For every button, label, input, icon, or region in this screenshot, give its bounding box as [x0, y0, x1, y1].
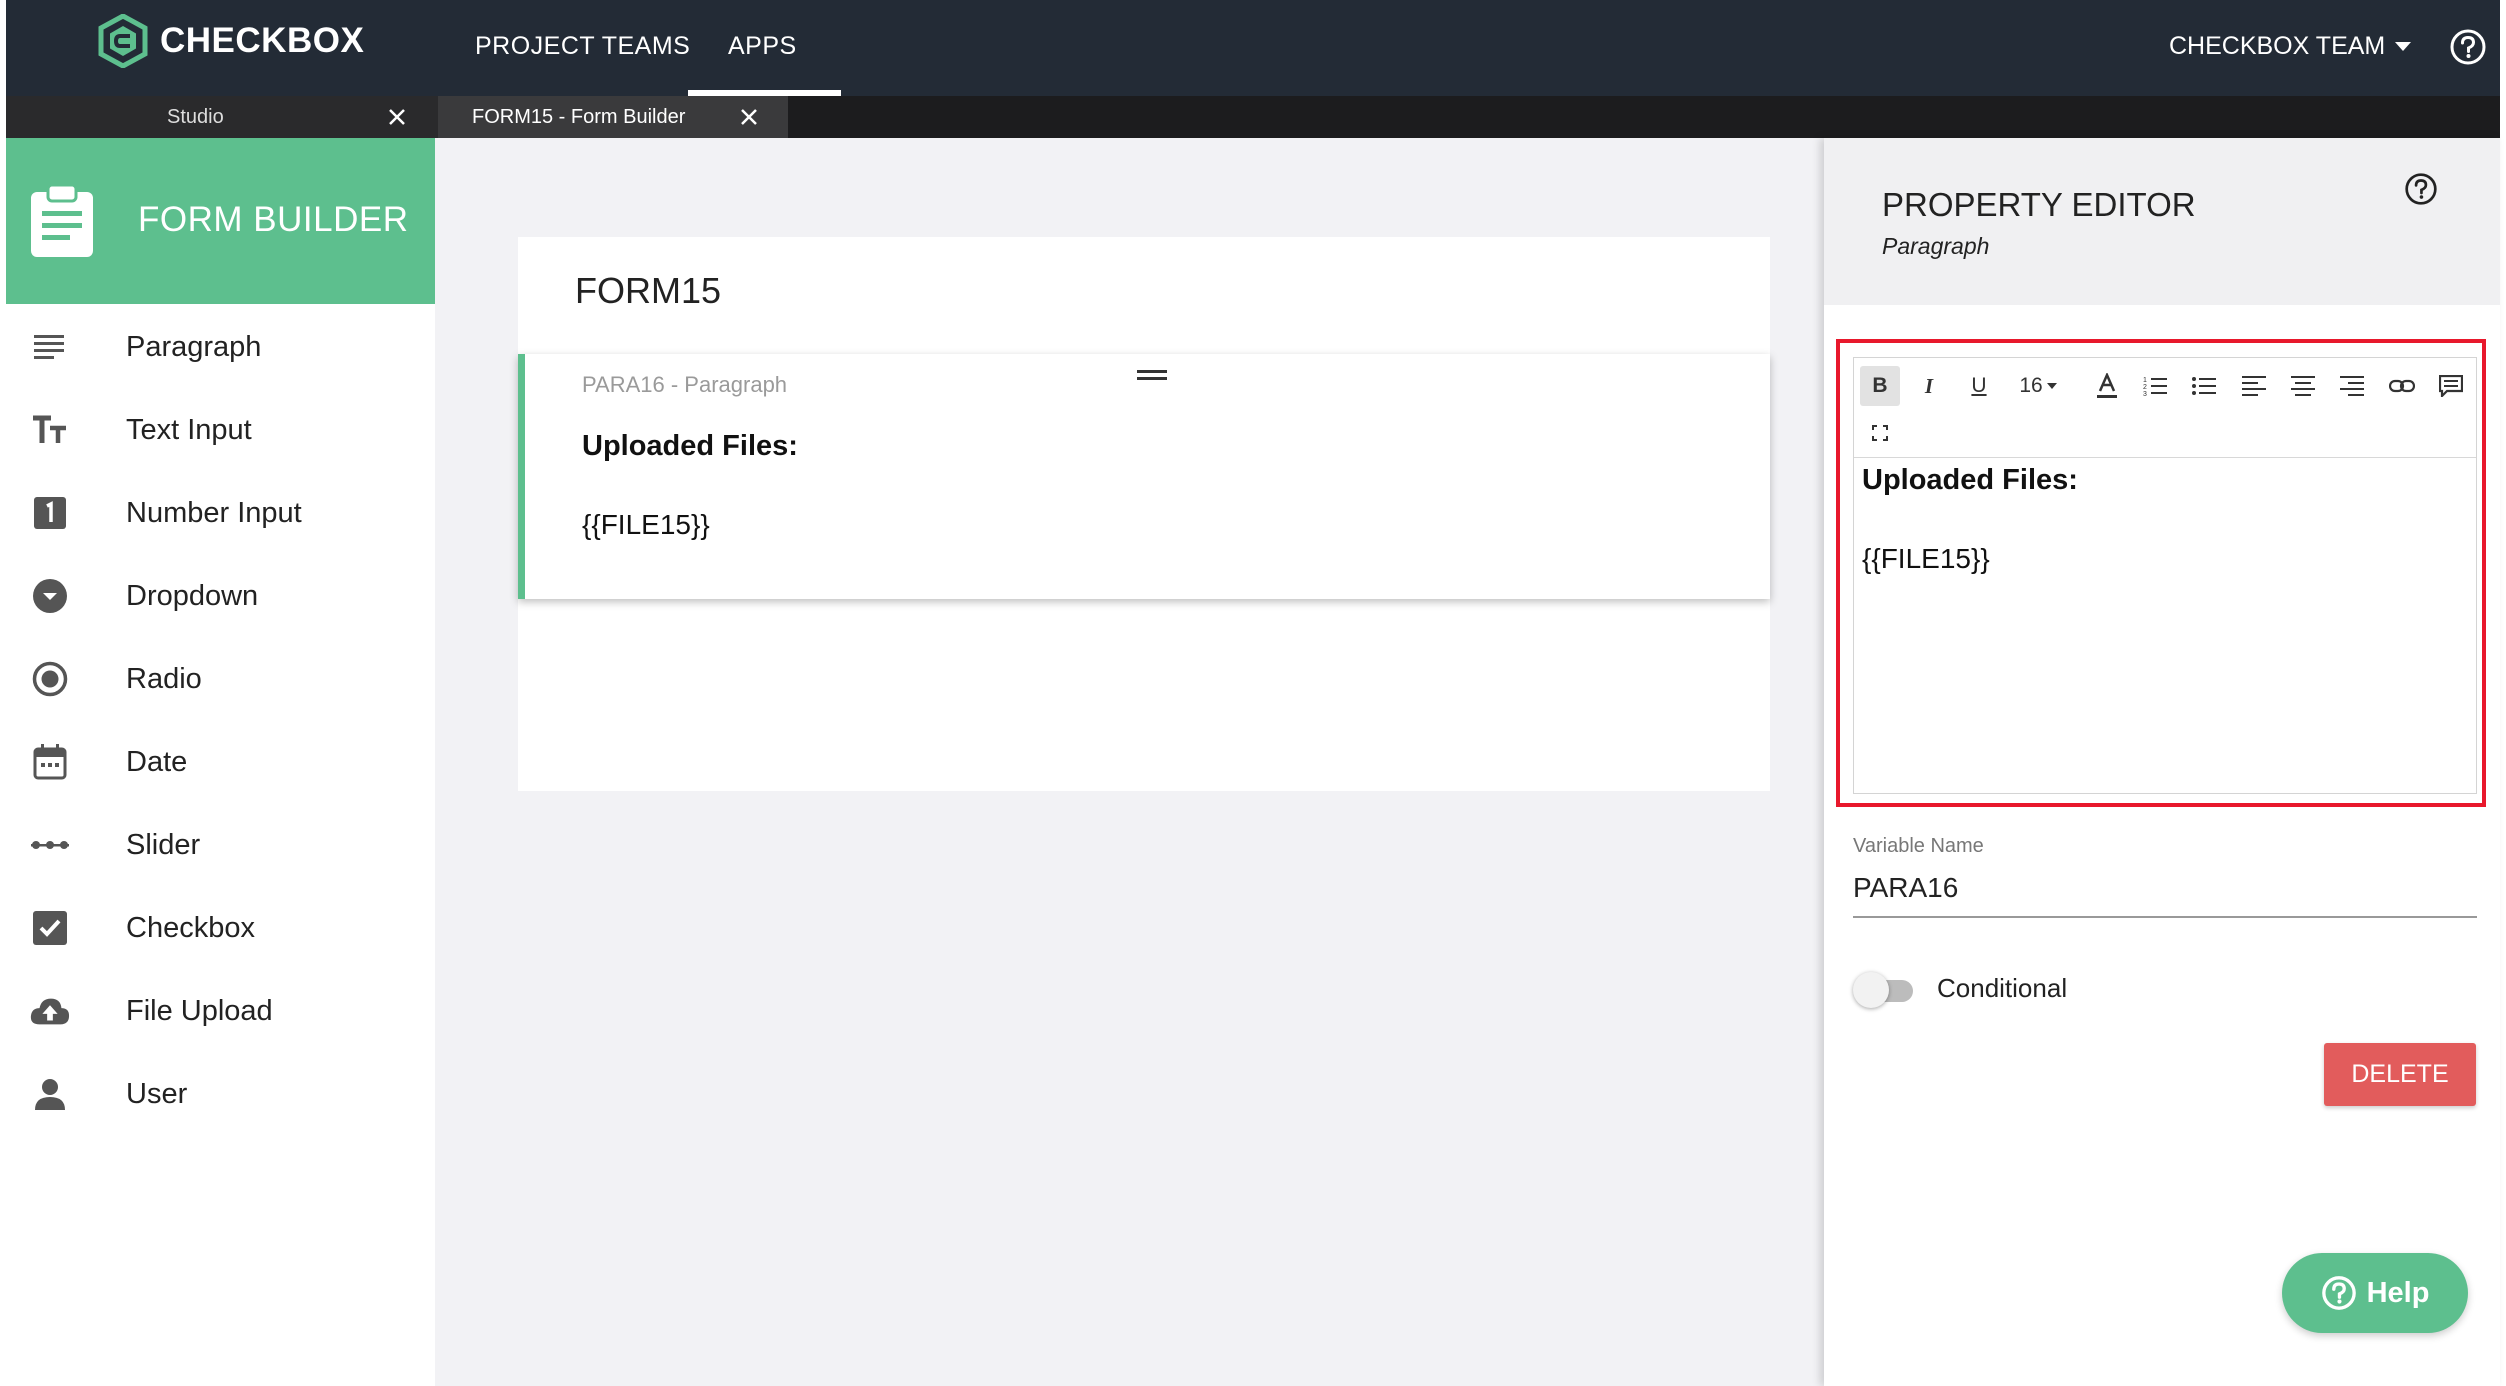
editor-heading: Uploaded Files:	[1862, 464, 2078, 496]
svg-text:2: 2	[2143, 384, 2147, 391]
tab-studio[interactable]: Studio	[6, 96, 438, 138]
nav-apps[interactable]: APPS	[728, 32, 797, 61]
text-input-icon	[30, 410, 70, 450]
sidebar-title: FORM BUILDER	[138, 200, 409, 239]
toggle-knob	[1853, 972, 1889, 1008]
paragraph-block[interactable]: PARA16 - Paragraph Uploaded Files: {{FIL…	[518, 354, 1770, 599]
help-button-label: Help	[2366, 1276, 2430, 1309]
sidebar-item-label: Number Input	[126, 496, 302, 529]
help-circle-icon[interactable]	[2404, 172, 2438, 206]
nav-project-teams[interactable]: PROJECT TEAMS	[475, 32, 690, 61]
form-builder-header: FORM BUILDER	[6, 138, 435, 304]
align-right-icon[interactable]	[2332, 366, 2372, 406]
top-navbar: CHECKBOX PROJECT TEAMS APPS CHECKBOX TEA…	[6, 0, 2500, 96]
font-size-dropdown[interactable]: 16	[2009, 366, 2067, 406]
property-editor-title: PROPERTY EDITOR	[1882, 186, 2196, 223]
sidebar-item-label: Checkbox	[126, 911, 255, 944]
sidebar-item-radio[interactable]: Radio	[6, 649, 435, 709]
tab-form-builder[interactable]: FORM15 - Form Builder	[438, 96, 788, 138]
checkbox-icon	[30, 908, 70, 948]
caret-down-icon	[2395, 41, 2412, 51]
sidebar-item-slider[interactable]: Slider	[6, 815, 435, 875]
ordered-list-icon[interactable]: 123	[2135, 366, 2175, 406]
caret-down-icon	[2046, 383, 2057, 389]
help-circle-icon[interactable]	[2449, 28, 2487, 66]
form-canvas: FORM15 PARA16 - Paragraph Uploaded Files…	[435, 138, 1824, 1386]
editor-variable: {{FILE15}}	[1862, 543, 1990, 574]
paragraph-variable: {{FILE15}}	[582, 509, 710, 540]
sidebar-item-user[interactable]: User	[6, 1064, 435, 1124]
dropdown-icon	[30, 576, 70, 616]
component-sidebar: FORM BUILDER Paragraph Text Input Number…	[6, 138, 435, 1386]
sidebar-item-label: Date	[126, 745, 188, 778]
form-card: FORM15 PARA16 - Paragraph Uploaded Files…	[518, 237, 1770, 791]
align-left-icon[interactable]	[2234, 366, 2274, 406]
slider-icon	[30, 825, 70, 865]
radio-icon	[30, 659, 70, 699]
rich-text-editor[interactable]: B I U 16 123 Uploaded Files: {{FILE15}}	[1853, 357, 2477, 794]
sidebar-item-file-upload[interactable]: File Upload	[6, 981, 435, 1041]
clipboard-icon	[31, 183, 93, 257]
editor-content[interactable]: Uploaded Files: {{FILE15}}	[1862, 464, 2078, 575]
sidebar-item-label: Radio	[126, 662, 202, 695]
block-label: PARA16 - Paragraph	[582, 372, 788, 397]
comment-icon[interactable]	[2431, 366, 2471, 406]
team-menu[interactable]: CHECKBOX TEAM	[2169, 32, 2412, 61]
sidebar-item-paragraph[interactable]: Paragraph	[6, 317, 435, 377]
svg-text:3: 3	[2143, 391, 2147, 397]
team-menu-label: CHECKBOX TEAM	[2169, 32, 2386, 60]
variable-name-label: Variable Name	[1853, 835, 1984, 857]
drag-handle-icon[interactable]	[1137, 370, 1167, 382]
calendar-icon	[30, 742, 70, 782]
form-title[interactable]: FORM15	[575, 270, 721, 312]
align-center-icon[interactable]	[2283, 366, 2323, 406]
paragraph-heading: Uploaded Files:	[582, 430, 798, 462]
tab-strip: Studio FORM15 - Form Builder	[6, 96, 2500, 138]
paragraph-icon	[30, 327, 70, 367]
sidebar-item-label: Text Input	[126, 413, 252, 446]
tab-label: Studio	[167, 105, 224, 128]
conditional-toggle[interactable]	[1853, 972, 1913, 1008]
bold-button[interactable]: B	[1860, 366, 1900, 406]
conditional-label: Conditional	[1937, 973, 2068, 1003]
delete-button[interactable]: DELETE	[2324, 1043, 2476, 1106]
variable-name-field[interactable]: PARA16	[1853, 872, 1958, 904]
property-editor-panel: PROPERTY EDITOR Paragraph B I U 16 123 U…	[1824, 138, 2500, 1386]
link-icon[interactable]	[2382, 366, 2422, 406]
sidebar-item-label: Paragraph	[126, 330, 262, 363]
help-circle-icon	[2321, 1276, 2356, 1310]
sidebar-item-date[interactable]: Date	[6, 732, 435, 792]
checkbox-logo-icon	[98, 14, 148, 68]
sidebar-item-label: File Upload	[126, 994, 273, 1027]
property-editor-header: PROPERTY EDITOR Paragraph	[1824, 138, 2500, 305]
sidebar-item-label: User	[126, 1077, 188, 1110]
italic-button[interactable]: I	[1909, 366, 1949, 406]
editor-toolbar: B I U 16 123	[1854, 358, 2476, 458]
variable-name-underline	[1853, 916, 2477, 918]
underline-button[interactable]: U	[1959, 366, 1999, 406]
tab-label: FORM15 - Form Builder	[472, 105, 686, 128]
font-size-value: 16	[2019, 374, 2043, 397]
app-logo[interactable]: CHECKBOX	[98, 14, 364, 68]
unordered-list-icon[interactable]	[2184, 366, 2224, 406]
text-color-icon[interactable]	[2087, 366, 2127, 406]
sidebar-item-label: Dropdown	[126, 579, 259, 612]
property-editor-subtitle: Paragraph	[1882, 233, 1990, 259]
help-button[interactable]: Help	[2282, 1253, 2468, 1333]
sidebar-item-label: Slider	[126, 828, 201, 861]
sidebar-item-dropdown[interactable]: Dropdown	[6, 566, 435, 626]
svg-text:1: 1	[2143, 377, 2147, 384]
user-icon	[30, 1074, 70, 1114]
fullscreen-icon[interactable]	[1860, 413, 1900, 453]
sidebar-item-checkbox[interactable]: Checkbox	[6, 898, 435, 958]
cloud-upload-icon	[30, 991, 70, 1031]
close-icon[interactable]	[737, 105, 761, 129]
number-input-icon	[30, 493, 70, 533]
logo-text: CHECKBOX	[160, 21, 365, 60]
sidebar-item-text-input[interactable]: Text Input	[6, 400, 435, 460]
close-icon[interactable]	[385, 105, 409, 129]
sidebar-item-number-input[interactable]: Number Input	[6, 483, 435, 543]
